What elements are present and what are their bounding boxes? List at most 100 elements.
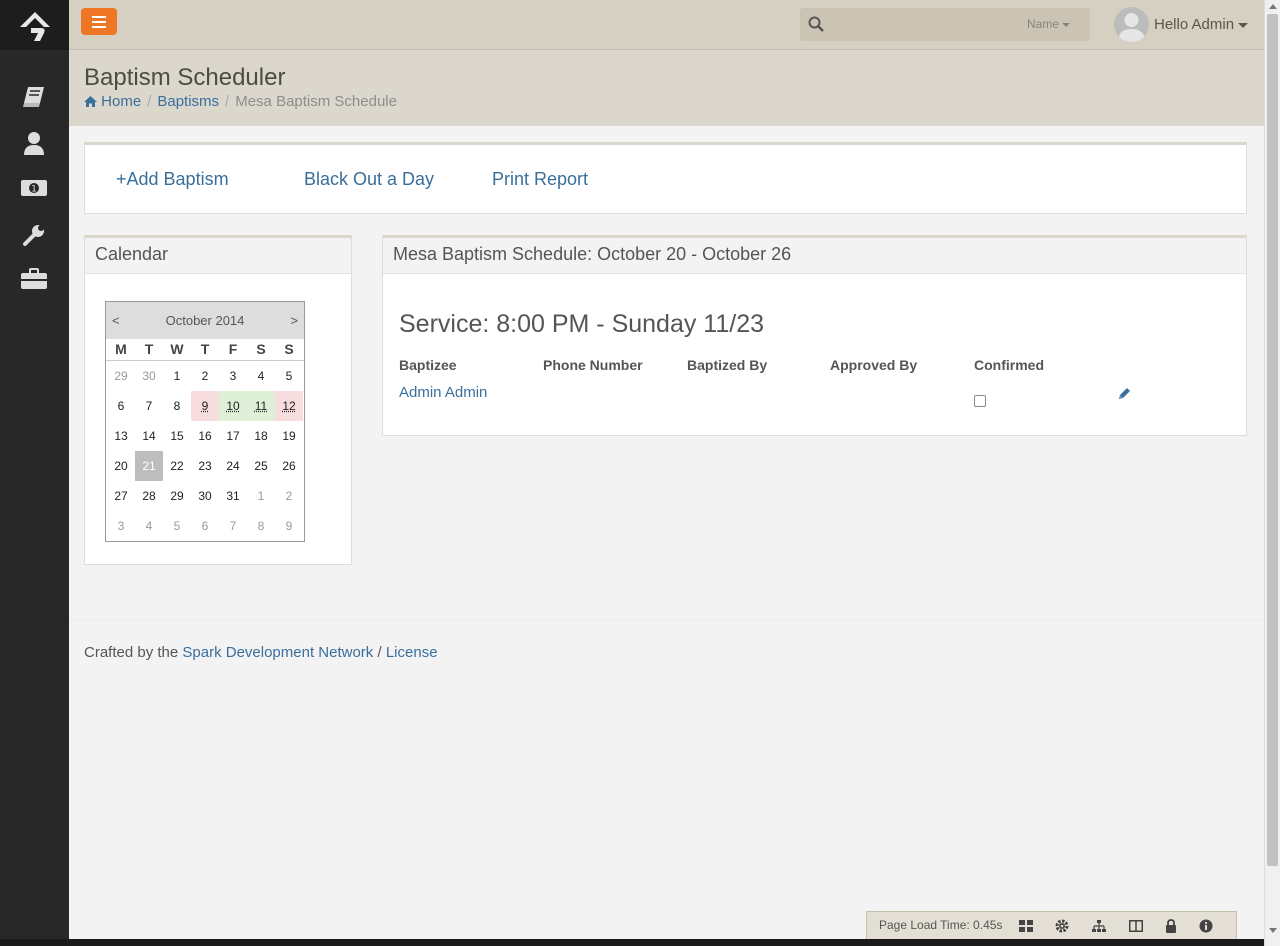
avatar[interactable] xyxy=(1114,7,1149,42)
calendar-day[interactable]: 3 xyxy=(219,361,247,391)
calendar-weekdays: M TWT F S S xyxy=(106,339,304,361)
calendar-day[interactable]: 10 xyxy=(219,391,247,421)
calendar-panel: Calendar < October 2014 > MTWTFSS 29 30 1 2… xyxy=(84,235,352,565)
calendar-day[interactable]: 29 xyxy=(107,361,135,391)
schedule-panel: Mesa Baptism Schedule: October 20 - Octo… xyxy=(382,235,1247,436)
lock-icon[interactable] xyxy=(1163,918,1179,934)
calendar-day[interactable]: 27 xyxy=(107,481,135,511)
scrollbar-thumb[interactable] xyxy=(1267,14,1278,866)
book-icon[interactable] xyxy=(20,83,48,111)
person-icon[interactable] xyxy=(20,129,48,157)
calendar-day[interactable]: 20 xyxy=(107,451,135,481)
calendar-day[interactable]: 11 xyxy=(247,391,275,421)
calendar-day[interactable]: 29 xyxy=(163,481,191,511)
calendar-day[interactable]: 17 xyxy=(219,421,247,451)
calendar-day[interactable]: 30 xyxy=(135,361,163,391)
breadcrumb-current: Mesa Baptism Schedule xyxy=(235,93,397,110)
calendar-day[interactable]: 9 xyxy=(275,511,303,541)
column-header-confirmed: Confirmed xyxy=(974,357,1044,373)
calendar-day[interactable]: 3 xyxy=(107,511,135,541)
calendar-day[interactable]: 1 xyxy=(163,361,191,391)
calendar-month-title: October 2014 xyxy=(165,313,245,328)
confirmed-checkbox[interactable] xyxy=(974,395,986,407)
column-header-phone: Phone Number xyxy=(543,357,643,373)
calendar-day[interactable]: 30 xyxy=(191,481,219,511)
calendar-day[interactable]: 18 xyxy=(247,421,275,451)
calendar-day[interactable]: 23 xyxy=(191,451,219,481)
calendar-day[interactable]: 7 xyxy=(219,511,247,541)
money-icon[interactable]: 1 xyxy=(20,174,48,202)
spark-link[interactable]: Spark Development Network xyxy=(182,644,373,661)
home-icon xyxy=(84,96,97,107)
zones-icon[interactable] xyxy=(1018,918,1034,934)
gear-icon[interactable] xyxy=(1054,918,1070,934)
rock-logo[interactable] xyxy=(0,0,69,50)
menu-toggle-button[interactable] xyxy=(81,8,117,35)
calendar-day[interactable]: 22 xyxy=(163,451,191,481)
weekday-label: S xyxy=(256,341,266,357)
calendar-day[interactable]: 13 xyxy=(107,421,135,451)
calendar-day[interactable]: 2 xyxy=(191,361,219,391)
calendar-day[interactable]: 7 xyxy=(135,391,163,421)
calendar-day[interactable]: 5 xyxy=(163,511,191,541)
admin-footer-bar: Page Load Time: 0.45s xyxy=(866,911,1237,939)
license-link[interactable]: License xyxy=(386,644,438,661)
search-input[interactable]: Name xyxy=(800,8,1090,41)
add-baptism-link[interactable]: +Add Baptism xyxy=(116,169,229,190)
calendar-day[interactable]: 28 xyxy=(135,481,163,511)
calendar-day[interactable]: 16 xyxy=(191,421,219,451)
calendar-day[interactable]: 14 xyxy=(135,421,163,451)
weekday-label: F xyxy=(228,341,238,357)
pencil-icon[interactable] xyxy=(1117,387,1131,406)
window-bottom-edge xyxy=(0,939,1264,946)
calendar-day[interactable]: 4 xyxy=(247,361,275,391)
search-filter-dropdown[interactable]: Name xyxy=(1027,17,1070,31)
column-header-baptizee: Baptizee xyxy=(399,357,457,373)
black-out-day-link[interactable]: Black Out a Day xyxy=(304,169,434,190)
calendar-day[interactable]: 6 xyxy=(191,511,219,541)
calendar-header: < October 2014 > xyxy=(106,302,304,339)
top-navbar: Name Hello Admin xyxy=(69,0,1264,50)
hamburger-icon xyxy=(92,15,106,28)
calendar-day[interactable]: 19 xyxy=(275,421,303,451)
calendar-day[interactable]: 8 xyxy=(247,511,275,541)
calendar-day[interactable]: 21 xyxy=(135,451,163,481)
wrench-icon[interactable] xyxy=(20,221,48,249)
scroll-down-arrow-icon[interactable] xyxy=(1269,928,1277,933)
page-scrollbar[interactable] xyxy=(1264,0,1280,946)
calendar-day[interactable]: 26 xyxy=(275,451,303,481)
page-title: Baptism Scheduler xyxy=(84,64,286,91)
service-title: Service: 8:00 PM - Sunday 11/23 xyxy=(399,310,765,338)
scroll-up-arrow-icon[interactable] xyxy=(1269,4,1277,9)
weekday-label: T xyxy=(144,341,154,357)
calendar-day[interactable]: 24 xyxy=(219,451,247,481)
calendar-day[interactable]: 1 xyxy=(247,481,275,511)
calendar-day[interactable]: 12 xyxy=(275,391,303,421)
weekday-label: M xyxy=(115,341,127,357)
calendar-day[interactable]: 15 xyxy=(163,421,191,451)
baptizee-link[interactable]: Admin Admin xyxy=(399,384,487,401)
schedule-heading: Mesa Baptism Schedule: October 20 - Octo… xyxy=(383,238,1246,274)
briefcase-icon[interactable] xyxy=(20,265,48,293)
calendar-day[interactable]: 4 xyxy=(135,511,163,541)
calendar-day[interactable]: 5 xyxy=(275,361,303,391)
calendar-next-button[interactable]: > xyxy=(290,313,298,328)
footer: Crafted by the Spark Development Network… xyxy=(84,644,438,661)
page-load-time: Page Load Time: 0.45s xyxy=(879,918,1003,932)
calendar-day[interactable]: 31 xyxy=(219,481,247,511)
calendar-day[interactable]: 6 xyxy=(107,391,135,421)
sidebar: 1 xyxy=(0,0,69,946)
print-report-link[interactable]: Print Report xyxy=(492,169,588,190)
calendar-day[interactable]: 25 xyxy=(247,451,275,481)
info-icon[interactable] xyxy=(1198,918,1214,934)
breadcrumb-home[interactable]: Home xyxy=(84,93,141,110)
column-header-baptized-by: Baptized By xyxy=(687,357,768,373)
sitemap-icon[interactable] xyxy=(1091,918,1107,934)
calendar-day[interactable]: 8 xyxy=(163,391,191,421)
breadcrumb-baptisms[interactable]: Baptisms xyxy=(157,93,219,110)
calendar-day[interactable]: 9 xyxy=(191,391,219,421)
user-menu[interactable]: Hello Admin xyxy=(1154,16,1248,33)
weekday-label: T xyxy=(200,341,210,357)
columns-icon[interactable] xyxy=(1128,918,1144,934)
calendar-day[interactable]: 2 xyxy=(275,481,303,511)
